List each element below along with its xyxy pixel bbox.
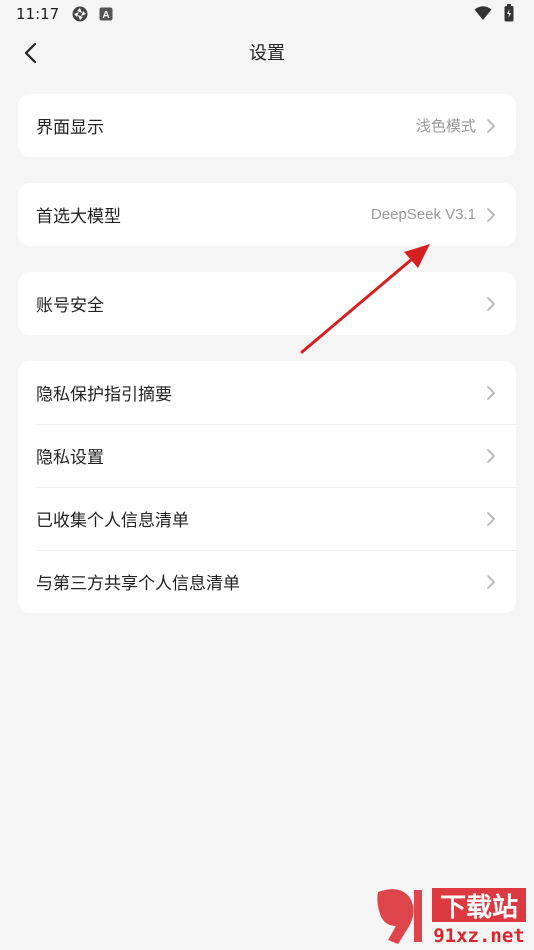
- settings-item-preferred-model[interactable]: 首选大模型 DeepSeek V3.1: [18, 183, 516, 246]
- chevron-right-icon: [487, 207, 495, 222]
- header: 设置: [0, 28, 534, 76]
- chevron-left-icon: [24, 42, 37, 64]
- status-time: 11:17: [16, 5, 60, 23]
- chevron-right-icon: [487, 118, 495, 133]
- aperture-icon: [71, 5, 89, 23]
- watermark-domain-text: 91xz.net: [433, 925, 525, 947]
- battery-icon: [500, 4, 518, 22]
- settings-group-display: 界面显示 浅色模式: [18, 94, 516, 157]
- back-button[interactable]: [14, 36, 48, 70]
- chevron-right-icon: [487, 296, 495, 311]
- chevron-right-icon: [487, 511, 495, 526]
- settings-group-privacy: 隐私保护指引摘要 隐私设置 已收集个人信息清单 与第三方共享个人信息清单: [18, 361, 516, 613]
- chevron-right-icon: [487, 448, 495, 463]
- page-title: 设置: [249, 43, 285, 64]
- settings-item-privacy-summary[interactable]: 隐私保护指引摘要: [18, 361, 516, 424]
- item-label: 界面显示: [36, 118, 104, 138]
- settings-item-display[interactable]: 界面显示 浅色模式: [18, 94, 516, 157]
- watermark-logo: 下载站 91xz.net: [377, 888, 526, 947]
- settings-group-model: 首选大模型 DeepSeek V3.1: [18, 183, 516, 246]
- settings-item-third-party-sharing[interactable]: 与第三方共享个人信息清单: [18, 550, 516, 613]
- settings-item-privacy-settings[interactable]: 隐私设置: [18, 424, 516, 487]
- item-value: DeepSeek V3.1: [370, 206, 476, 223]
- item-label: 与第三方共享个人信息清单: [36, 574, 240, 594]
- settings-group-account: 账号安全: [18, 272, 516, 335]
- item-label: 账号安全: [36, 296, 104, 316]
- status-bar: 11:17 A: [0, 0, 534, 28]
- a-badge-icon: A: [97, 5, 115, 23]
- wifi-icon: [474, 4, 492, 22]
- item-value: 浅色模式: [415, 118, 476, 135]
- chevron-right-icon: [487, 574, 495, 589]
- item-label: 隐私设置: [36, 448, 104, 468]
- item-label: 已收集个人信息清单: [36, 511, 189, 531]
- watermark-brand-text: 下载站: [440, 893, 518, 923]
- item-label: 隐私保护指引摘要: [36, 385, 172, 405]
- item-label: 首选大模型: [36, 207, 121, 227]
- chevron-right-icon: [487, 385, 495, 400]
- settings-item-collected-info[interactable]: 已收集个人信息清单: [18, 487, 516, 550]
- settings-item-account-security[interactable]: 账号安全: [18, 272, 516, 335]
- svg-text:A: A: [103, 10, 110, 21]
